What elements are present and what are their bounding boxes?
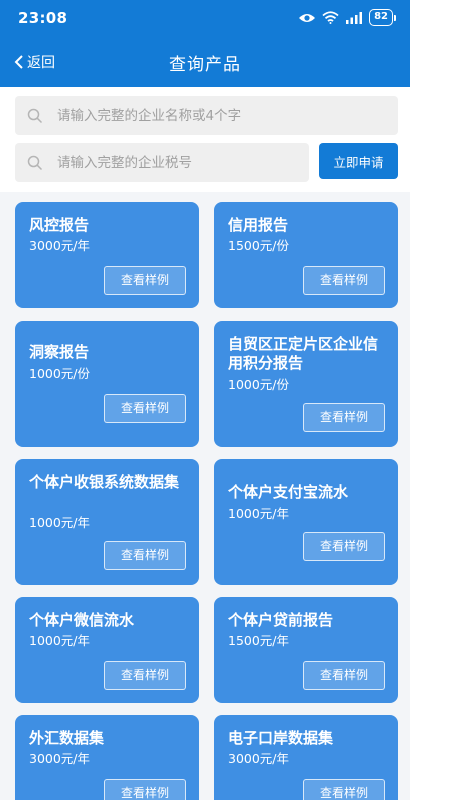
battery-level: 82 bbox=[369, 9, 393, 26]
eye-icon bbox=[299, 13, 316, 22]
product-card[interactable]: 风控报告 3000元/年 查看样例 bbox=[15, 202, 199, 308]
view-example-button[interactable]: 查看样例 bbox=[303, 266, 385, 295]
product-card[interactable]: 个体户收银系统数据集 1000元/年 查看样例 bbox=[15, 459, 199, 585]
product-title: 电子口岸数据集 bbox=[228, 729, 334, 747]
view-example-button[interactable]: 查看样例 bbox=[104, 394, 186, 423]
apply-now-button[interactable]: 立即申请 bbox=[319, 143, 398, 179]
product-price: 1000元/年 bbox=[29, 633, 91, 648]
product-title: 个体户支付宝流水 bbox=[228, 483, 349, 501]
wifi-icon bbox=[322, 11, 339, 24]
product-title: 自贸区正定片区企业信用积分报告 bbox=[228, 335, 379, 372]
product-title: 个体户贷前报告 bbox=[228, 611, 334, 629]
product-price: 1500元/份 bbox=[228, 238, 290, 253]
product-price: 1000元/年 bbox=[29, 515, 91, 530]
app-screen: 23:08 82 返回 查询产品 请输入完整的企业名称或4个字 请输入完整的企业… bbox=[0, 0, 410, 800]
product-title: 风控报告 bbox=[29, 216, 90, 234]
product-price: 3000元/年 bbox=[228, 751, 290, 766]
product-title: 外汇数据集 bbox=[29, 729, 105, 747]
view-example-button[interactable]: 查看样例 bbox=[104, 541, 186, 570]
product-price: 1000元/年 bbox=[228, 506, 290, 521]
product-card[interactable]: 个体户支付宝流水 1000元/年 查看样例 bbox=[214, 459, 398, 585]
signal-icon bbox=[346, 11, 363, 24]
view-example-button[interactable]: 查看样例 bbox=[303, 661, 385, 690]
view-example-button[interactable]: 查看样例 bbox=[303, 403, 385, 432]
company-name-search[interactable] bbox=[15, 96, 398, 135]
view-example-button[interactable]: 查看样例 bbox=[303, 532, 385, 561]
product-title: 信用报告 bbox=[228, 216, 289, 234]
blank-margin bbox=[410, 0, 450, 800]
product-card[interactable]: 个体户贷前报告 1500元/年 查看样例 bbox=[214, 597, 398, 703]
search-area: 立即申请 bbox=[0, 87, 410, 192]
view-example-button[interactable]: 查看样例 bbox=[303, 779, 385, 800]
product-title: 洞察报告 bbox=[29, 343, 90, 361]
product-title: 个体户收银系统数据集 bbox=[29, 473, 180, 491]
product-card[interactable]: 电子口岸数据集 3000元/年 查看样例 bbox=[214, 715, 398, 800]
product-card[interactable]: 自贸区正定片区企业信用积分报告 1000元/份 查看样例 bbox=[214, 321, 398, 447]
product-price: 3000元/年 bbox=[29, 238, 91, 253]
tax-number-search[interactable] bbox=[15, 143, 309, 182]
tax-number-input[interactable] bbox=[57, 154, 309, 171]
product-price: 3000元/年 bbox=[29, 751, 91, 766]
product-card[interactable]: 信用报告 1500元/份 查看样例 bbox=[214, 202, 398, 308]
product-title: 个体户微信流水 bbox=[29, 611, 135, 629]
product-card[interactable]: 外汇数据集 3000元/年 查看样例 bbox=[15, 715, 199, 800]
product-price: 1500元/年 bbox=[228, 633, 290, 648]
view-example-button[interactable]: 查看样例 bbox=[104, 266, 186, 295]
search-icon bbox=[27, 108, 43, 123]
page-title: 查询产品 bbox=[169, 55, 241, 75]
status-bar: 23:08 82 bbox=[0, 0, 410, 38]
product-card[interactable]: 个体户微信流水 1000元/年 查看样例 bbox=[15, 597, 199, 703]
view-example-button[interactable]: 查看样例 bbox=[104, 779, 186, 800]
header: 23:08 82 返回 查询产品 bbox=[0, 0, 410, 87]
status-time: 23:08 bbox=[18, 9, 68, 27]
product-card[interactable]: 洞察报告 1000元/份 查看样例 bbox=[15, 321, 199, 447]
company-name-input[interactable] bbox=[57, 107, 398, 124]
search-icon bbox=[27, 155, 43, 170]
product-grid: 风控报告 3000元/年 查看样例 信用报告 1500元/份 查看样例 洞察报告… bbox=[0, 192, 410, 800]
product-price: 1000元/份 bbox=[29, 366, 91, 381]
battery-icon: 82 bbox=[369, 9, 396, 26]
navbar: 返回 查询产品 bbox=[0, 38, 410, 87]
status-icons: 82 bbox=[298, 9, 396, 26]
product-price: 1000元/份 bbox=[228, 377, 290, 392]
view-example-button[interactable]: 查看样例 bbox=[104, 661, 186, 690]
